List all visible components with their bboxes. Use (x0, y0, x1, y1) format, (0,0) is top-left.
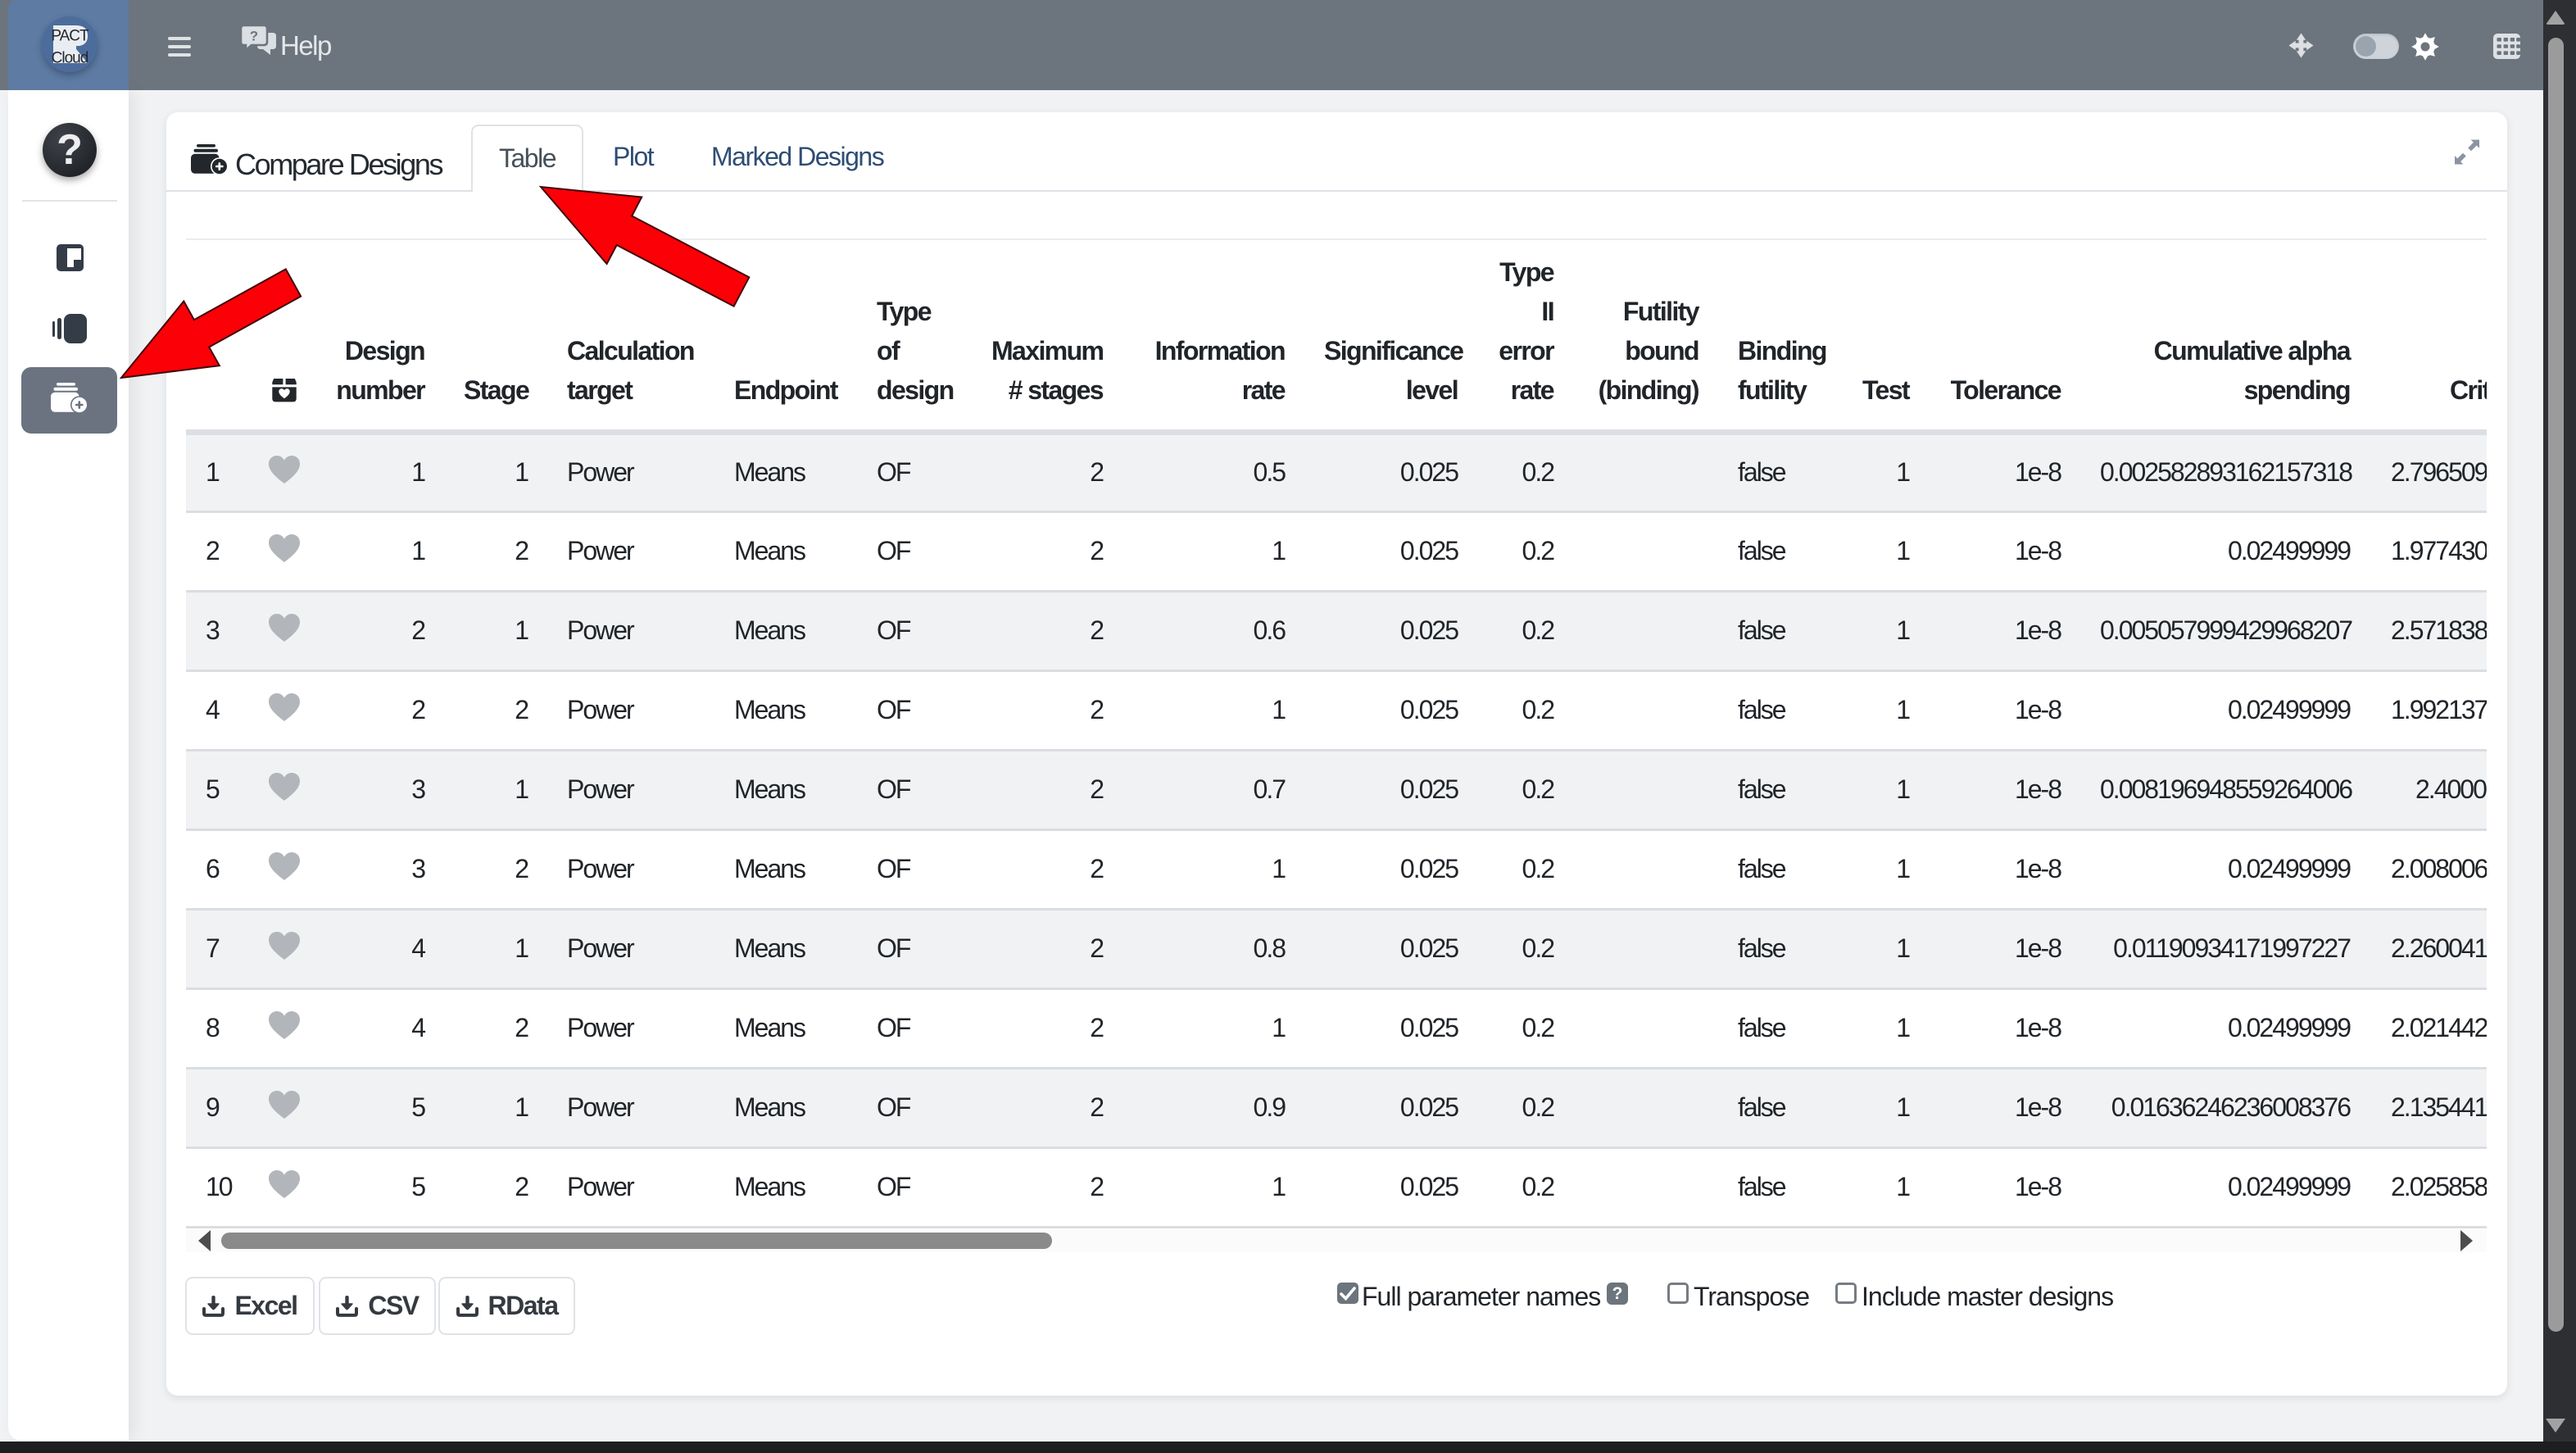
svg-text:?: ? (250, 29, 258, 44)
svg-text:PACT: PACT (51, 28, 89, 45)
svg-text:Cloud: Cloud (52, 50, 88, 67)
